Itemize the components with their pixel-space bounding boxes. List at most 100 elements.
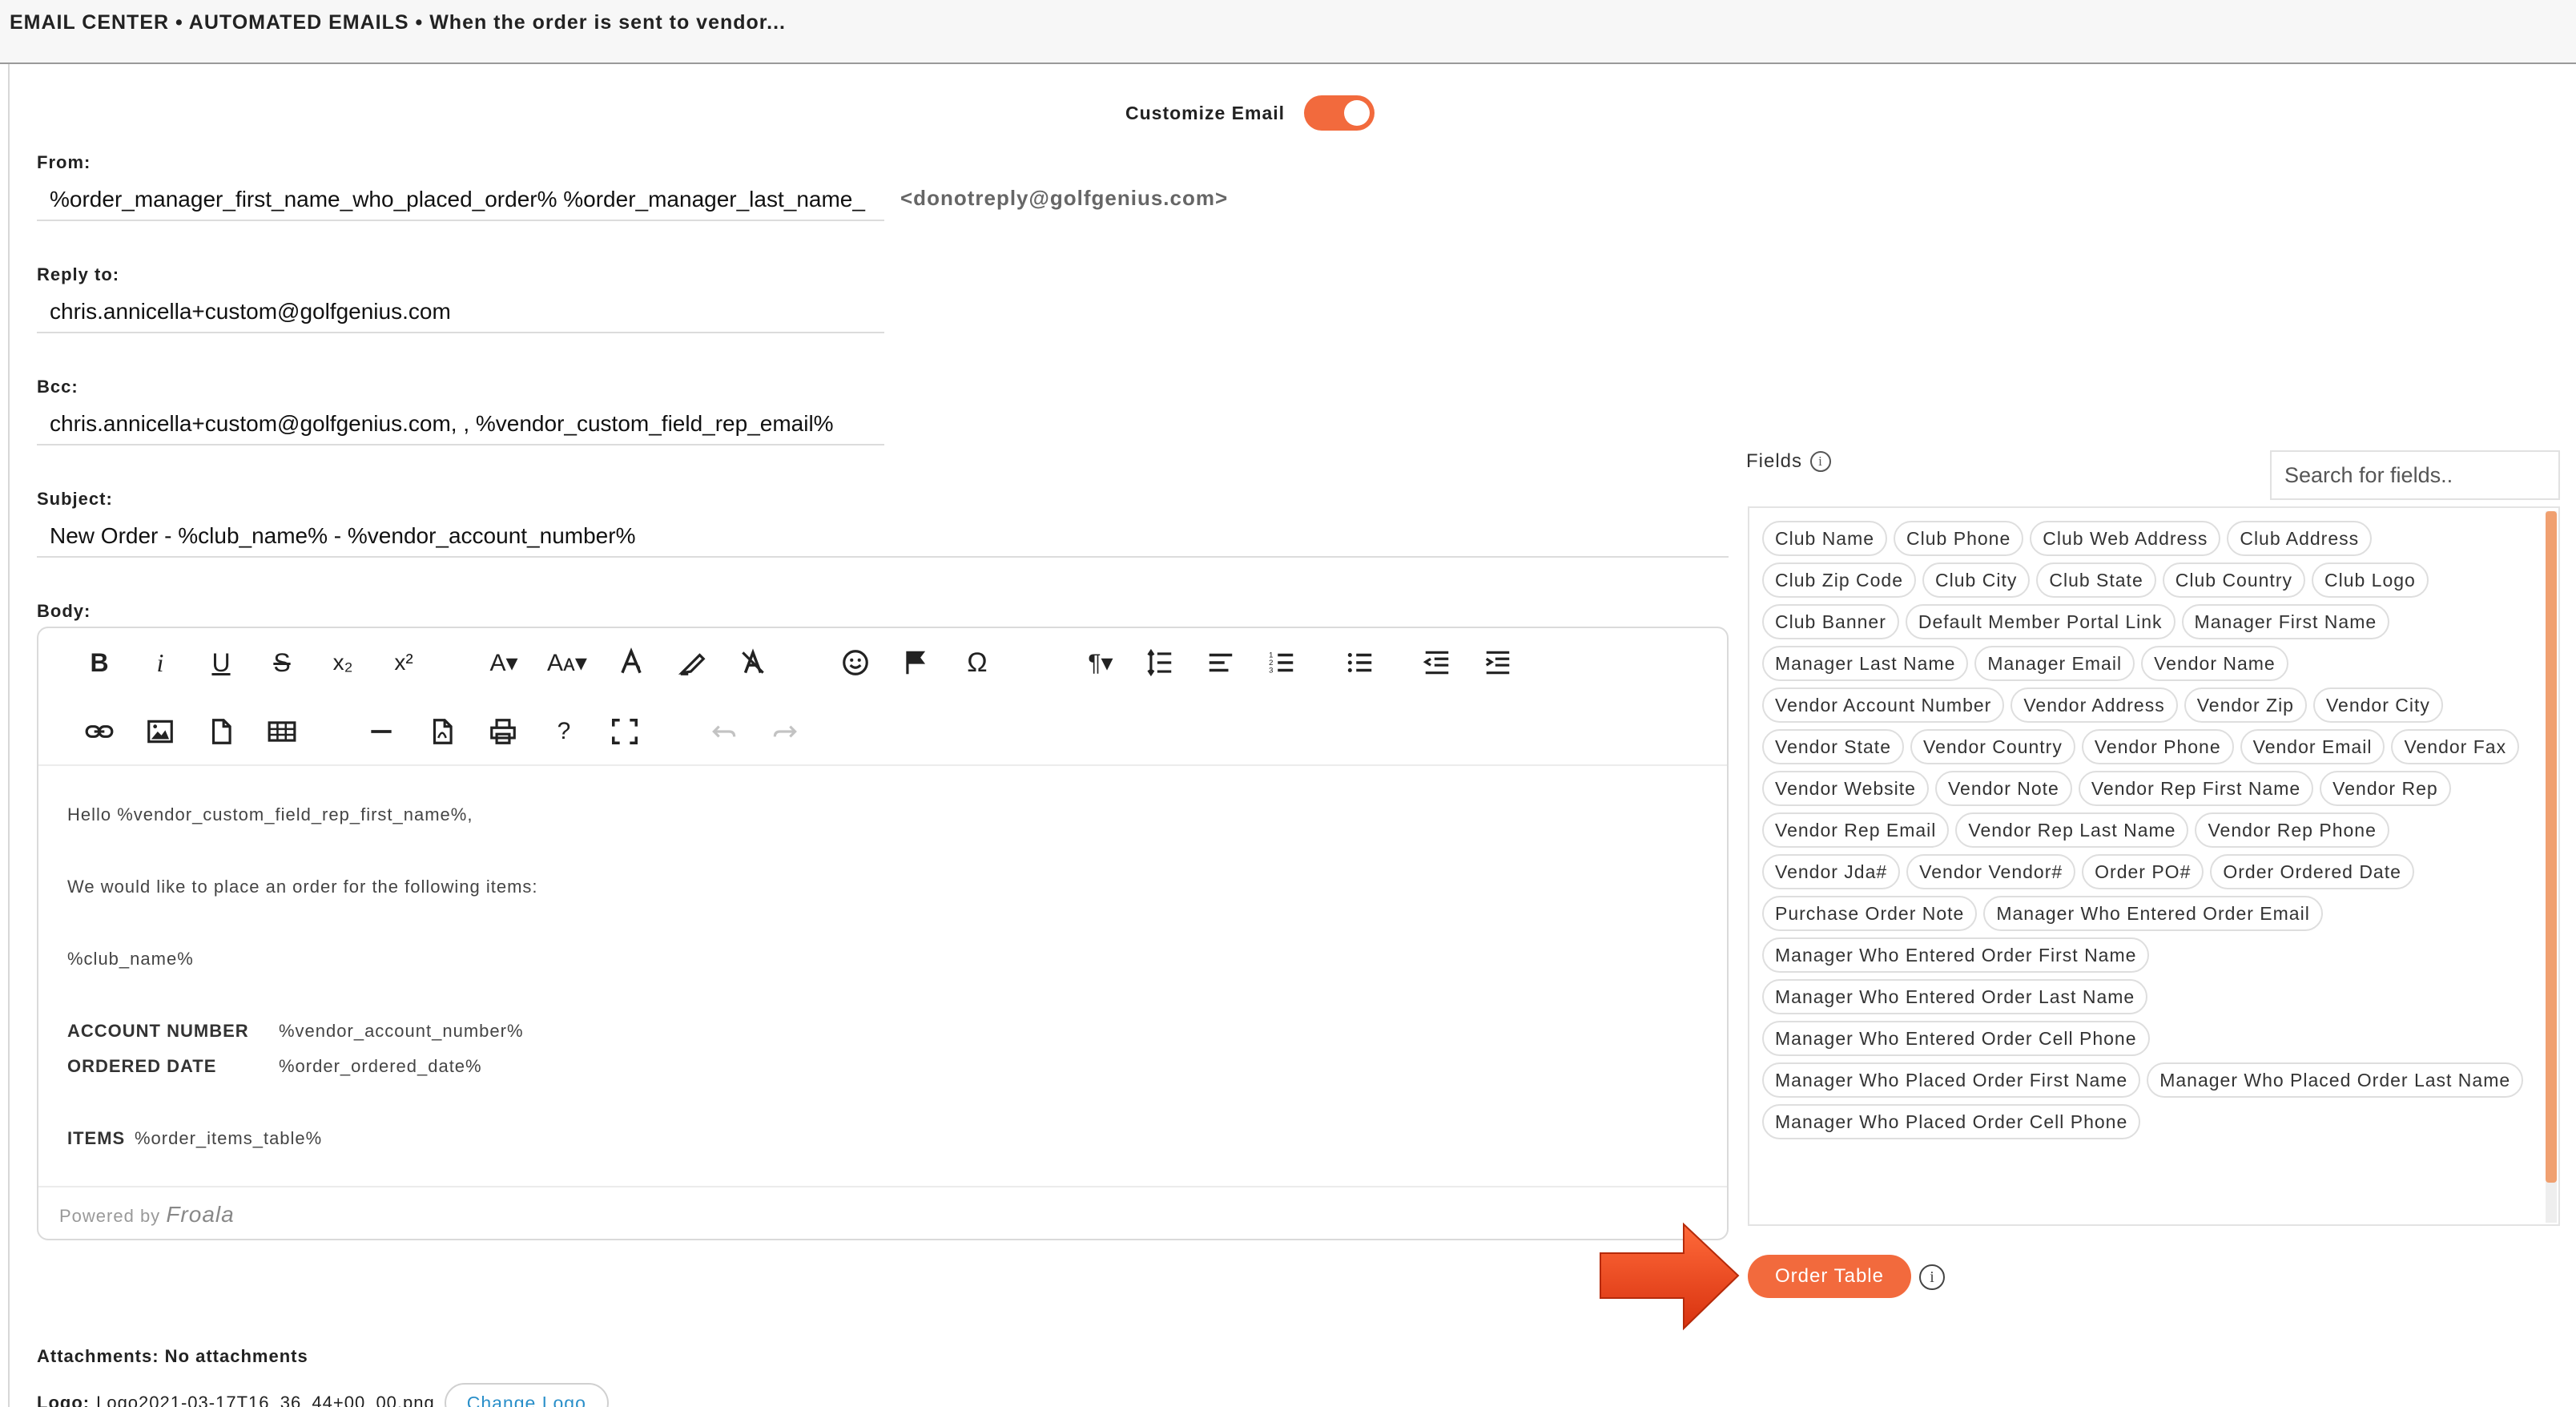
- subscript-button[interactable]: x₂: [319, 643, 367, 683]
- paragraph-format-dropdown[interactable]: ¶▾: [1077, 643, 1125, 683]
- font-size-dropdown[interactable]: Aᴀ▾: [535, 643, 599, 683]
- align-dropdown[interactable]: [1197, 643, 1245, 683]
- reply-to-field[interactable]: chris.annicella+custom@golfgenius.com: [37, 290, 884, 333]
- field-chip[interactable]: Vendor Country: [1910, 729, 2075, 764]
- insert-file-button[interactable]: [197, 712, 245, 752]
- field-chip[interactable]: Default Member Portal Link: [1905, 604, 2176, 639]
- field-chip[interactable]: Club City: [1922, 562, 2031, 598]
- undo-button[interactable]: [700, 712, 748, 752]
- smiley-icon: [843, 650, 868, 675]
- field-chip[interactable]: Vendor Fax: [2391, 729, 2520, 764]
- insert-image-button[interactable]: [136, 712, 184, 752]
- field-chip[interactable]: Manager Who Entered Order Last Name: [1762, 979, 2148, 1014]
- field-chip[interactable]: Vendor Name: [2141, 646, 2288, 681]
- field-chip[interactable]: Vendor Jda#: [1762, 854, 1901, 889]
- print-button[interactable]: [479, 712, 527, 752]
- special-characters-button[interactable]: Ω: [953, 643, 1001, 683]
- field-chip[interactable]: Vendor Rep Last Name: [1955, 812, 2189, 848]
- fields-search-input[interactable]: Search for fields..: [2270, 450, 2560, 500]
- flag-button[interactable]: [892, 643, 940, 683]
- items-value: %order_items_table%: [135, 1128, 323, 1148]
- field-chip[interactable]: Vendor Rep First Name: [2078, 771, 2314, 806]
- field-chip[interactable]: Vendor Account Number: [1762, 687, 2005, 723]
- field-chip[interactable]: Order Ordered Date: [2210, 854, 2414, 889]
- field-chip[interactable]: Vendor Vendor#: [1906, 854, 2076, 889]
- field-chip[interactable]: Club Banner: [1762, 604, 1899, 639]
- clear-formatting-icon: [742, 648, 764, 674]
- field-chip[interactable]: Vendor Email: [2240, 729, 2385, 764]
- field-chip[interactable]: Club Country: [2162, 562, 2305, 598]
- highlight-button[interactable]: [668, 643, 716, 683]
- fields-label-text: Fields: [1746, 450, 1803, 472]
- subject-field[interactable]: New Order - %club_name% - %vendor_accoun…: [37, 514, 1729, 558]
- field-chip[interactable]: Manager Email: [1974, 646, 2135, 681]
- horizontal-line-button[interactable]: [357, 712, 405, 752]
- bold-button[interactable]: B: [75, 643, 123, 683]
- italic-button[interactable]: i: [136, 643, 184, 683]
- customize-email-row: Customize Email: [1125, 95, 1375, 131]
- strikethrough-button[interactable]: S: [258, 643, 306, 683]
- fields-info-icon[interactable]: i: [1810, 451, 1832, 472]
- order-table-button[interactable]: Order Table: [1748, 1255, 1911, 1298]
- indent-button[interactable]: [1474, 643, 1522, 683]
- breadcrumb: EMAIL CENTER • AUTOMATED EMAILS • When t…: [10, 11, 786, 34]
- field-chip[interactable]: Vendor State: [1762, 729, 1904, 764]
- field-chip[interactable]: Vendor City: [2312, 687, 2443, 723]
- unordered-list-dropdown[interactable]: [1336, 643, 1384, 683]
- underline-button[interactable]: U: [197, 643, 245, 683]
- line-height-dropdown[interactable]: [1136, 643, 1184, 683]
- field-chip[interactable]: Vendor Address: [2010, 687, 2178, 723]
- body-label: Body:: [37, 601, 91, 621]
- help-button[interactable]: ?: [540, 712, 588, 752]
- field-chip[interactable]: Order PO#: [2082, 854, 2204, 889]
- field-chip[interactable]: Club Address: [2227, 521, 2373, 556]
- file-icon: [211, 719, 231, 744]
- field-chip[interactable]: Club Phone: [1894, 521, 2024, 556]
- field-chip[interactable]: Purchase Order Note: [1762, 896, 1978, 931]
- outdent-button[interactable]: [1413, 643, 1461, 683]
- toolbar-divider: [38, 764, 1727, 766]
- powered-by[interactable]: Powered by Froala: [59, 1202, 235, 1228]
- export-pdf-button[interactable]: [418, 712, 466, 752]
- field-chip[interactable]: Vendor Phone: [2081, 729, 2234, 764]
- field-chip[interactable]: Vendor Zip: [2184, 687, 2307, 723]
- customize-email-toggle[interactable]: [1304, 95, 1375, 131]
- powered-by-text: Powered by: [59, 1206, 161, 1226]
- field-chip[interactable]: Manager First Name: [2181, 604, 2390, 639]
- field-chip[interactable]: Vendor Rep Phone: [2195, 812, 2389, 848]
- toolbar-row-2: ?: [38, 697, 1727, 761]
- field-chip[interactable]: Manager Who Placed Order First Name: [1762, 1062, 2141, 1098]
- field-chip[interactable]: Vendor Rep Email: [1762, 812, 1950, 848]
- field-chip[interactable]: Vendor Rep: [2320, 771, 2451, 806]
- fullscreen-button[interactable]: [601, 712, 649, 752]
- ordered-date-value: %order_ordered_date%: [279, 1056, 482, 1076]
- insert-table-button[interactable]: [258, 712, 306, 752]
- change-logo-button[interactable]: Change Logo: [444, 1383, 609, 1407]
- order-table-info-icon[interactable]: i: [1919, 1264, 1945, 1290]
- ordered-list-dropdown[interactable]: 123: [1258, 643, 1306, 683]
- field-chip[interactable]: Manager Who Placed Order Last Name: [2147, 1062, 2524, 1098]
- field-chip[interactable]: Vendor Note: [1934, 771, 2072, 806]
- fields-scrollbar-thumb[interactable]: [2546, 511, 2557, 1183]
- redo-button[interactable]: [761, 712, 809, 752]
- field-chip[interactable]: Club State: [2036, 562, 2156, 598]
- redo-icon: [773, 725, 797, 738]
- field-chip[interactable]: Manager Who Entered Order Email: [1983, 896, 2323, 931]
- field-chip[interactable]: Club Logo: [2311, 562, 2429, 598]
- field-chip[interactable]: Club Web Address: [2030, 521, 2221, 556]
- field-chip[interactable]: Manager Who Placed Order Cell Phone: [1762, 1104, 2141, 1139]
- field-chip[interactable]: Manager Who Entered Order Cell Phone: [1762, 1021, 2150, 1056]
- superscript-button[interactable]: x²: [380, 643, 428, 683]
- field-chip[interactable]: Manager Last Name: [1762, 646, 1969, 681]
- bcc-field[interactable]: chris.annicella+custom@golfgenius.com, ,…: [37, 402, 884, 445]
- field-chip[interactable]: Club Zip Code: [1762, 562, 1917, 598]
- insert-link-button[interactable]: [75, 712, 123, 752]
- clear-formatting-button[interactable]: [729, 643, 777, 683]
- text-color-button[interactable]: [607, 643, 655, 683]
- field-chip[interactable]: Vendor Website: [1762, 771, 1929, 806]
- emoticon-button[interactable]: [831, 643, 879, 683]
- field-chip[interactable]: Club Name: [1762, 521, 1888, 556]
- font-family-dropdown[interactable]: A▾: [476, 643, 532, 683]
- field-chip[interactable]: Manager Who Entered Order First Name: [1762, 937, 2150, 973]
- from-field[interactable]: %order_manager_first_name_who_placed_ord…: [37, 178, 884, 221]
